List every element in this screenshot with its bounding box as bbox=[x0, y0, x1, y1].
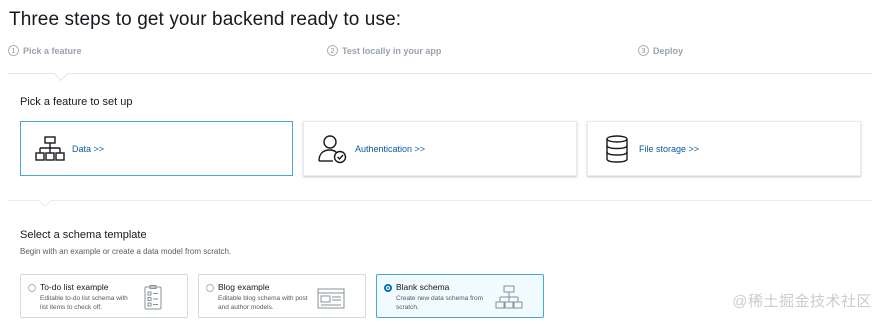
blog-layout-icon bbox=[317, 288, 345, 309]
radio-button[interactable] bbox=[206, 284, 214, 292]
checklist-icon bbox=[144, 285, 162, 310]
step-label: Pick a feature bbox=[23, 45, 82, 56]
schema-option-description: Editable blog schema with post and autho… bbox=[218, 295, 308, 311]
feature-card-label: File storage >> bbox=[639, 143, 700, 154]
schema-option-blog[interactable]: Blog example Editable blog schema with p… bbox=[198, 274, 366, 318]
page-title: Three steps to get your backend ready to… bbox=[9, 9, 402, 30]
schema-option-name: Blog example bbox=[218, 282, 270, 292]
hierarchy-icon bbox=[33, 132, 67, 166]
schema-section-title: Select a schema template bbox=[20, 229, 147, 241]
schema-section-description: Begin with an example or create a data m… bbox=[20, 247, 232, 256]
selected-feature-pointer bbox=[37, 192, 53, 208]
section-divider bbox=[8, 200, 872, 201]
step-label: Test locally in your app bbox=[342, 45, 442, 56]
feature-card-data[interactable]: Data >> bbox=[20, 121, 293, 176]
feature-card-authentication[interactable]: Authentication >> bbox=[303, 121, 577, 176]
radio-button[interactable] bbox=[28, 284, 36, 292]
step-number: 2 bbox=[327, 45, 338, 56]
feature-card-label: Authentication >> bbox=[355, 143, 426, 154]
watermark: @稀土掘金技术社区 bbox=[732, 293, 872, 310]
step-3: 3 Deploy bbox=[638, 45, 683, 56]
feature-card-file-storage[interactable]: File storage >> bbox=[587, 121, 861, 176]
database-icon bbox=[600, 132, 634, 166]
schema-option-description: Create new data schema from scratch. bbox=[396, 295, 484, 311]
user-check-icon bbox=[316, 132, 350, 166]
radio-button-selected[interactable] bbox=[384, 284, 392, 292]
hierarchy-icon bbox=[495, 285, 523, 309]
step-label: Deploy bbox=[653, 45, 684, 56]
feature-card-label: Data >> bbox=[72, 143, 105, 154]
schema-option-blank[interactable]: Blank schema Create new data schema from… bbox=[376, 274, 544, 318]
step-2: 2 Test locally in your app bbox=[327, 45, 441, 56]
step-1: 1 Pick a feature bbox=[8, 45, 82, 56]
schema-option-description: Editable to-do list schema with list ite… bbox=[40, 295, 128, 311]
step-indicator: 1 Pick a feature 2 Test locally in your … bbox=[8, 45, 872, 74]
schema-option-name: To-do list example bbox=[40, 282, 109, 292]
step-number: 3 bbox=[638, 45, 649, 56]
feature-section-title: Pick a feature to set up bbox=[20, 96, 133, 108]
step-number: 1 bbox=[8, 45, 19, 56]
schema-option-name: Blank schema bbox=[396, 282, 450, 292]
schema-option-todo[interactable]: To-do list example Editable to-do list s… bbox=[20, 274, 188, 318]
